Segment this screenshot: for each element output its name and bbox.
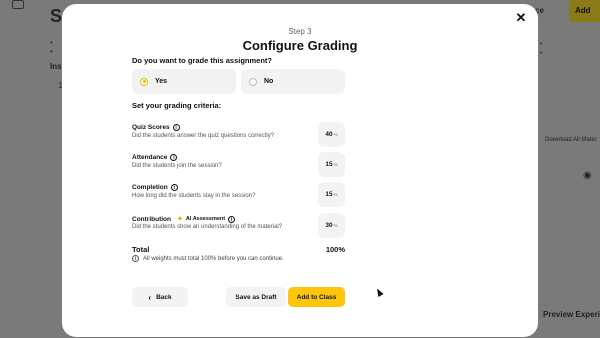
criterion-name: Attendance bbox=[132, 154, 168, 161]
criterion-name-row: Completion i bbox=[132, 184, 178, 191]
background-bullets: • • bbox=[50, 38, 53, 56]
criterion-contribution: Contribution ✦ AI Assessment i Did the s… bbox=[132, 213, 345, 241]
criterion-name-row: Contribution ✦ AI Assessment i bbox=[132, 215, 236, 223]
background-preview-label: Preview Experien bbox=[543, 310, 600, 319]
background-add-button: Add bbox=[569, 0, 600, 22]
back-button[interactable]: ‹ Back bbox=[132, 287, 188, 307]
option-no[interactable]: No bbox=[241, 69, 345, 94]
info-icon[interactable]: i bbox=[172, 124, 180, 131]
info-icon[interactable]: i bbox=[170, 154, 178, 161]
percent-sign: % bbox=[333, 162, 338, 167]
criterion-description: Did the students show an understanding o… bbox=[132, 224, 283, 230]
criterion-name-row: Quiz Scores i bbox=[132, 124, 180, 131]
weight-value: 15 bbox=[325, 161, 333, 168]
ai-assessment-label: AI Assessment bbox=[185, 216, 226, 222]
radio-unselected-icon bbox=[249, 77, 257, 86]
step-indicator: Step 3 bbox=[288, 27, 312, 36]
criteria-heading: Set your grading criteria: bbox=[132, 101, 222, 110]
radio-selected-icon bbox=[140, 77, 148, 86]
attendance-weight-input[interactable]: 15% bbox=[318, 152, 345, 177]
total-row: Total 100% bbox=[132, 245, 345, 254]
info-icon[interactable]: i bbox=[170, 184, 178, 191]
weight-value: 40 bbox=[325, 131, 333, 138]
total-value: 100% bbox=[325, 245, 345, 254]
info-icon[interactable]: i bbox=[228, 215, 236, 223]
total-label: Total bbox=[132, 245, 150, 254]
modal-title: Configure Grading bbox=[242, 38, 358, 53]
save-draft-button[interactable]: Save as Draft bbox=[226, 287, 286, 307]
quiz-scores-weight-input[interactable]: 40% bbox=[318, 122, 345, 147]
percent-sign: % bbox=[333, 132, 338, 137]
weights-note: i All weights must total 100% before you… bbox=[132, 255, 284, 262]
criterion-quiz-scores: Quiz Scores i Did the students answer th… bbox=[132, 122, 345, 150]
criterion-description: How long did the students stay in the se… bbox=[132, 193, 256, 199]
option-yes-label: Yes bbox=[155, 78, 168, 85]
background-download-link: Download All Mater bbox=[545, 137, 597, 143]
add-to-class-button[interactable]: Add to Class bbox=[288, 287, 345, 307]
completion-weight-input[interactable]: 15% bbox=[318, 182, 345, 207]
background-side-lines: • • bbox=[540, 41, 543, 57]
criterion-attendance: Attendance i Did the students join the s… bbox=[132, 152, 345, 180]
chevron-left-icon: ‹ bbox=[148, 292, 152, 302]
criterion-name-row: Attendance i bbox=[132, 154, 178, 161]
back-button-label: Back bbox=[156, 293, 172, 301]
contribution-weight-input[interactable]: 30% bbox=[318, 213, 345, 238]
info-icon: i bbox=[132, 255, 139, 262]
criterion-name: Quiz Scores bbox=[132, 124, 170, 131]
weights-note-text: All weights must total 100% before you c… bbox=[143, 255, 284, 262]
eye-icon: ◉ bbox=[583, 170, 592, 181]
criterion-description: Did the students join the session? bbox=[132, 163, 222, 169]
ai-assessment-badge: ✦ AI Assessment bbox=[177, 215, 225, 223]
option-no-label: No bbox=[264, 78, 274, 85]
sparkle-icon: ✦ bbox=[177, 216, 183, 223]
weight-value: 15 bbox=[325, 191, 333, 198]
percent-sign: % bbox=[333, 192, 338, 197]
background-title: S bbox=[50, 6, 63, 26]
criterion-name: Completion bbox=[132, 184, 168, 191]
criterion-completion: Completion i How long did the students s… bbox=[132, 182, 345, 210]
criterion-description: Did the students answer the quiz questio… bbox=[132, 133, 275, 139]
option-yes[interactable]: Yes bbox=[132, 69, 236, 94]
close-icon[interactable]: ✕ bbox=[514, 11, 528, 25]
weight-value: 30 bbox=[325, 222, 333, 229]
percent-sign: % bbox=[333, 223, 338, 228]
grade-question: Do you want to grade this assignment? bbox=[132, 56, 273, 65]
sidebar-toggle-icon bbox=[12, 0, 24, 9]
criterion-name: Contribution bbox=[132, 215, 171, 223]
